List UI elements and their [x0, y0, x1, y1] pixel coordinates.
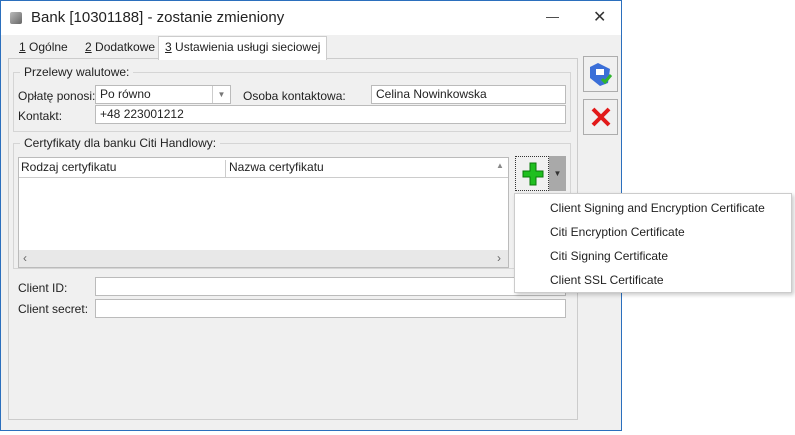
- tab-label: Ogólne: [25, 40, 68, 54]
- tab-ustawienia[interactable]: 3 Ustawienia usługi sieciowej: [158, 36, 328, 60]
- add-certificate-button[interactable]: [515, 156, 549, 191]
- client-id-input[interactable]: [95, 277, 566, 296]
- scroll-left-icon[interactable]: ‹: [23, 251, 27, 265]
- tab-label: Dodatkowe: [91, 40, 156, 54]
- client-id-label: Client ID:: [18, 281, 68, 295]
- oplata-label: Opłatę ponosi:: [18, 89, 96, 103]
- menu-item-client-ssl[interactable]: Client SSL Certificate: [550, 268, 664, 292]
- tab-ogolne[interactable]: 1 Ogólne: [13, 37, 74, 58]
- osoba-input[interactable]: Celina Nowinkowska: [371, 85, 566, 104]
- column-header-nazwa[interactable]: Nazwa certyfikatu: [229, 160, 324, 174]
- client-secret-input[interactable]: [95, 299, 566, 318]
- title-bar: Bank [10301188] - zostanie zmieniony — ✕: [1, 1, 621, 35]
- oplata-value: Po równo: [100, 87, 151, 101]
- close-icon: [591, 107, 611, 127]
- tab-label: Ustawienia usługi sieciowej: [171, 40, 321, 54]
- window-title: Bank [10301188] - zostanie zmieniony: [31, 9, 285, 26]
- menu-item-client-signing-encryption[interactable]: Client Signing and Encryption Certificat…: [550, 196, 765, 220]
- certificate-grid[interactable]: Rodzaj certyfikatu Nazwa certyfikatu ▲ ‹…: [18, 157, 509, 268]
- minimize-button[interactable]: —: [546, 9, 559, 24]
- close-button[interactable]: ✕: [593, 7, 606, 27]
- tab-dodatkowe[interactable]: 2 Dodatkowe: [79, 37, 161, 58]
- tab-key: 1: [19, 40, 26, 54]
- cancel-button[interactable]: [583, 99, 618, 135]
- kontakt-input[interactable]: +48 223001212: [95, 105, 566, 124]
- plus-icon: [522, 162, 544, 186]
- oplata-select[interactable]: Po równo ▼: [95, 85, 231, 104]
- sort-up-icon: ▲: [496, 161, 504, 170]
- grid-header: Rodzaj certyfikatu Nazwa certyfikatu ▲: [19, 158, 508, 178]
- save-icon: [590, 63, 613, 86]
- osoba-label: Osoba kontaktowa:: [243, 89, 346, 103]
- horizontal-scrollbar[interactable]: ‹ ›: [19, 250, 508, 267]
- app-icon: [10, 12, 22, 24]
- save-button[interactable]: [583, 56, 618, 92]
- przelewy-legend: Przelewy walutowe:: [20, 65, 134, 79]
- certyfikaty-legend: Certyfikaty dla banku Citi Handlowy:: [20, 136, 221, 150]
- tab-key: 2: [85, 40, 92, 54]
- tab-key: 3: [165, 40, 172, 54]
- certificate-type-menu: Client Signing and Encryption Certificat…: [514, 193, 792, 293]
- kontakt-label: Kontakt:: [18, 109, 63, 123]
- chevron-down-icon[interactable]: ▼: [212, 86, 230, 103]
- column-header-rodzaj[interactable]: Rodzaj certyfikatu: [21, 160, 226, 177]
- menu-item-citi-encryption[interactable]: Citi Encryption Certificate: [550, 220, 685, 244]
- client-secret-label: Client secret:: [18, 302, 89, 316]
- scroll-right-icon[interactable]: ›: [497, 251, 501, 265]
- add-dropdown-button[interactable]: ▼: [549, 156, 566, 191]
- menu-item-citi-signing[interactable]: Citi Signing Certificate: [550, 244, 668, 268]
